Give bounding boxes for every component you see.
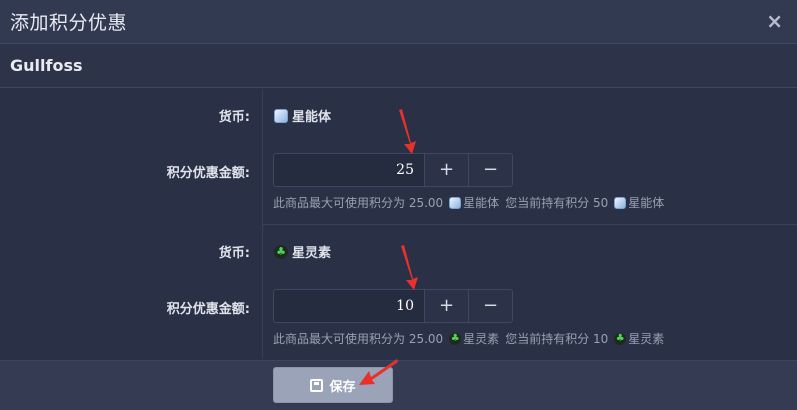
hint-currency-2b: 星灵素 bbox=[628, 332, 665, 346]
close-icon[interactable]: × bbox=[766, 9, 783, 33]
amount-stepper-1: 25 + − bbox=[273, 153, 513, 187]
save-icon bbox=[310, 378, 324, 392]
currency-name-1: 星能体 bbox=[292, 110, 332, 125]
increment-button-1[interactable]: + bbox=[425, 153, 469, 187]
amount-input-1[interactable]: 25 bbox=[273, 153, 425, 187]
store-name: Gullfoss bbox=[10, 56, 83, 75]
increment-button-2[interactable]: + bbox=[425, 289, 469, 323]
decrement-button-1[interactable]: − bbox=[469, 153, 513, 187]
decrement-button-2[interactable]: − bbox=[469, 289, 513, 323]
hint-currency-1a: 星能体 bbox=[463, 196, 500, 210]
amount-label-2: 积分优惠金额: bbox=[166, 302, 250, 317]
hint-prefix-2: 此商品最大可使用积分为 25.00 bbox=[273, 332, 444, 346]
save-label: 保存 bbox=[329, 379, 356, 395]
currency-label-1: 货币: bbox=[218, 110, 250, 125]
amount-input-2[interactable]: 10 bbox=[273, 289, 425, 323]
dialog-title: 添加积分优惠 bbox=[10, 12, 128, 34]
hint-currency-1b: 星能体 bbox=[628, 196, 665, 210]
currency-value-2: ♣ 星灵素 bbox=[274, 242, 331, 261]
cube-icon bbox=[449, 196, 462, 209]
amount-label-1: 积分优惠金额: bbox=[166, 166, 250, 181]
cube-icon bbox=[274, 108, 288, 123]
hint-text-2: 此商品最大可使用积分为 25.00 ♣ 星灵素 您当前持有积分 10 ♣ 星灵素 bbox=[273, 330, 666, 347]
hint-currency-2a: 星灵素 bbox=[463, 332, 500, 346]
amount-stepper-2: 10 + − bbox=[273, 289, 513, 323]
store-header: Gullfoss bbox=[0, 44, 797, 88]
hint-middle-1: 您当前持有积分 50 bbox=[505, 196, 609, 210]
hint-prefix-1: 此商品最大可使用积分为 25.00 bbox=[273, 196, 444, 210]
section-divider bbox=[263, 224, 797, 225]
hint-middle-2: 您当前持有积分 10 bbox=[505, 332, 609, 346]
hint-text-1: 此商品最大可使用积分为 25.00 星能体 您当前持有积分 50 星能体 bbox=[273, 194, 666, 211]
clover-icon: ♣ bbox=[274, 244, 288, 259]
dialog-titlebar: 添加积分优惠 × bbox=[0, 0, 797, 44]
currency-name-2: 星灵素 bbox=[292, 246, 332, 261]
annotation-arrow-1 bbox=[399, 109, 416, 154]
annotation-arrow-2 bbox=[401, 245, 418, 290]
currency-value-1: 星能体 bbox=[274, 106, 331, 125]
currency-label-2: 货币: bbox=[218, 246, 250, 261]
clover-icon: ♣ bbox=[449, 332, 462, 345]
clover-icon: ♣ bbox=[614, 332, 627, 345]
cube-icon bbox=[614, 196, 627, 209]
annotation-arrow-3 bbox=[359, 359, 398, 385]
